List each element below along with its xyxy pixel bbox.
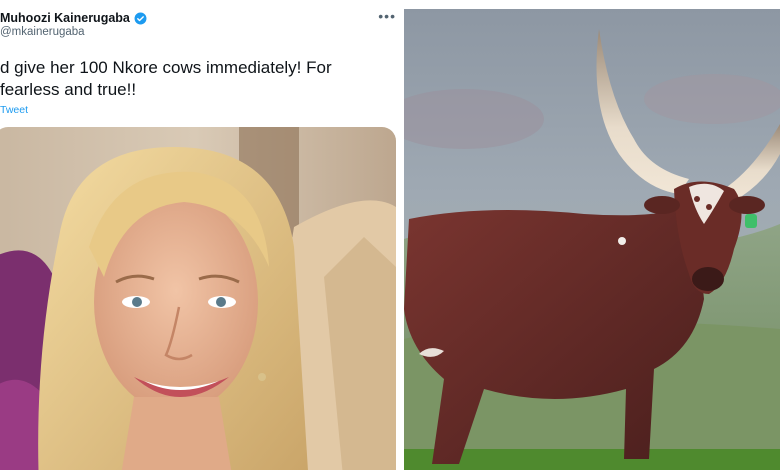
tweet-text-line-2: fearless and true!! — [0, 80, 137, 99]
author-name[interactable]: Muhoozi Kainerugaba — [0, 11, 130, 25]
tweet-link[interactable]: Tweet — [0, 104, 28, 116]
verified-badge-icon — [134, 12, 147, 24]
tweet-text: d give her 100 Nkore cows immediately! F… — [0, 57, 395, 101]
tweet-card: Muhoozi Kainerugaba @mkainerugaba ••• d … — [0, 0, 400, 470]
tweet-media-photo[interactable] — [0, 127, 396, 470]
cow-photo-image — [404, 9, 780, 470]
author-row: Muhoozi Kainerugaba — [0, 10, 147, 26]
portrait-photo — [0, 127, 396, 470]
tweet-text-line-1: d give her 100 Nkore cows immediately! F… — [0, 58, 332, 77]
more-options-icon[interactable]: ••• — [378, 8, 396, 24]
author-handle[interactable]: @mkainerugaba — [0, 26, 85, 38]
ankole-cow-photo — [404, 9, 780, 470]
